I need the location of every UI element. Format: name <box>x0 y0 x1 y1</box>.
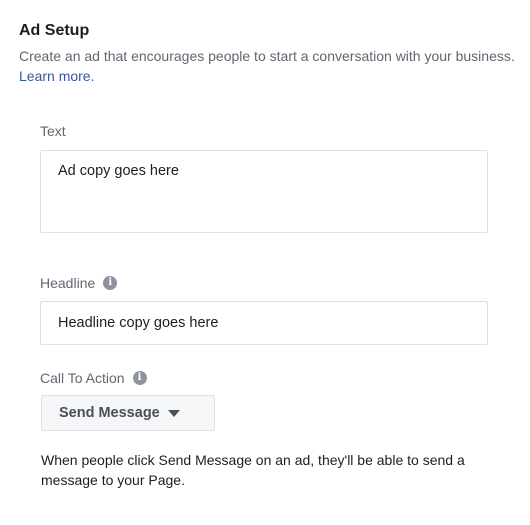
section-title: Ad Setup <box>19 22 90 39</box>
cta-label: Call To Action <box>40 370 125 386</box>
cta-selected-value: Send Message <box>59 405 160 421</box>
text-label: Text <box>40 123 66 139</box>
cta-help-text: When people click Send Message on an ad,… <box>41 452 465 488</box>
headline-value: Headline copy goes here <box>58 315 219 331</box>
info-icon[interactable]: i <box>103 276 118 290</box>
headline-input[interactable]: Headline copy goes here <box>40 301 488 345</box>
section-description: Create an ad that encourages people to s… <box>19 46 519 86</box>
headline-field-label: Headline i <box>40 275 118 291</box>
headline-label: Headline <box>40 275 96 291</box>
cta-field-label: Call To Action i <box>40 370 147 386</box>
learn-more-link[interactable]: Learn more. <box>19 68 94 84</box>
ad-text-value: Ad copy goes here <box>58 163 179 179</box>
text-field-label: Text <box>40 123 66 139</box>
section-description-text: Create an ad that encourages people to s… <box>19 48 515 64</box>
info-icon[interactable]: i <box>132 371 147 385</box>
ad-text-textarea[interactable]: Ad copy goes here <box>40 150 488 233</box>
call-to-action-dropdown[interactable]: Send Message <box>41 395 215 431</box>
caret-down-icon <box>167 409 180 417</box>
